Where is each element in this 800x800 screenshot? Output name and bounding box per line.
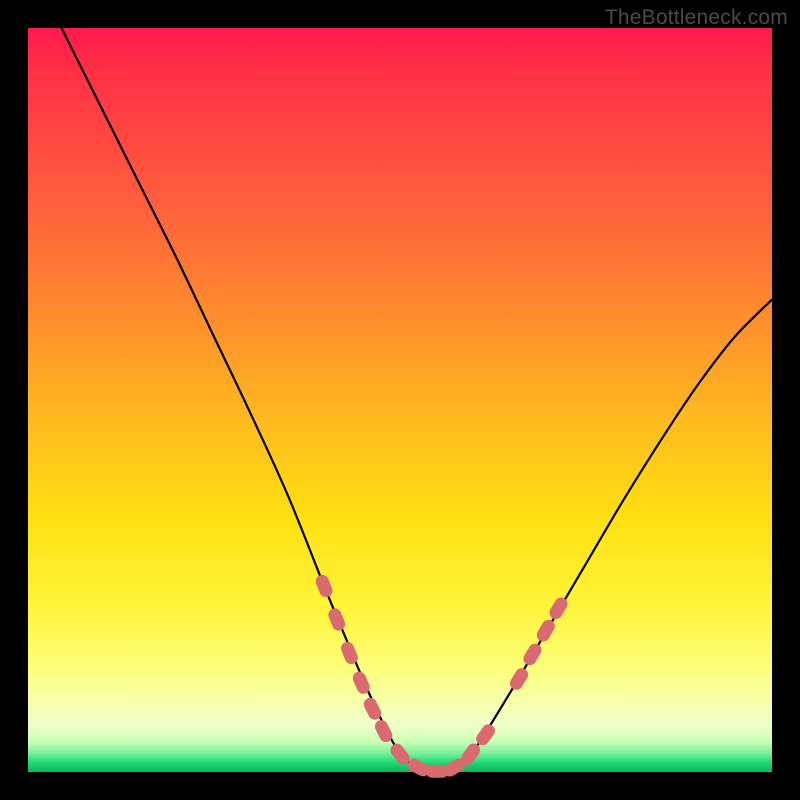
curve-marker bbox=[508, 666, 531, 692]
bottleneck-curve bbox=[61, 28, 772, 772]
plot-area bbox=[28, 28, 772, 772]
curve-marker bbox=[326, 606, 347, 632]
curve-marker bbox=[534, 617, 557, 643]
chart-frame: TheBottleneck.com bbox=[0, 0, 800, 800]
curve-marker bbox=[521, 641, 544, 667]
curve-marker bbox=[314, 573, 335, 599]
curve-marker bbox=[547, 595, 570, 621]
curve-markers bbox=[314, 573, 570, 779]
watermark-text: TheBottleneck.com bbox=[605, 6, 788, 30]
curve-layer bbox=[28, 28, 772, 772]
